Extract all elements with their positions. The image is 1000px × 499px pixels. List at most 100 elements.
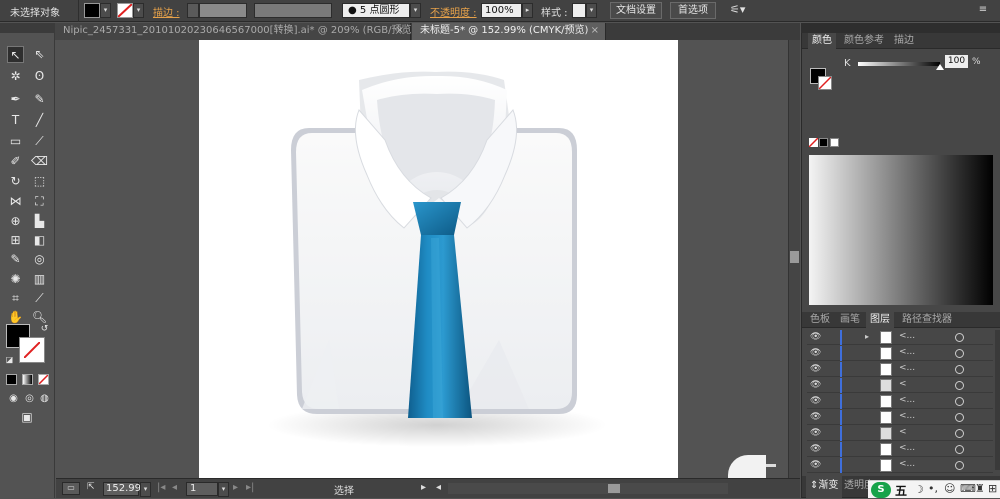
target-icon[interactable]: [955, 333, 964, 342]
fill-dropdown[interactable]: ▾: [100, 3, 111, 18]
layer-row[interactable]: 👁︎ <...: [807, 442, 993, 457]
lasso-tool-icon[interactable]: ʘ: [31, 68, 48, 85]
eye-icon[interactable]: 👁︎: [810, 444, 821, 454]
paintbrush-tool-icon[interactable]: ⟋: [31, 133, 48, 150]
eye-icon[interactable]: 👁︎: [810, 412, 821, 422]
tab-layers[interactable]: 图层: [866, 312, 894, 328]
black-color-swatch[interactable]: [819, 138, 828, 147]
k-channel-slider[interactable]: [858, 62, 944, 70]
tab-brushes[interactable]: 画笔: [836, 312, 864, 328]
eye-icon[interactable]: 👁︎: [810, 428, 821, 438]
artboard[interactable]: [199, 40, 678, 478]
stroke-dropdown[interactable]: ▾: [133, 3, 144, 18]
column-graph-tool-icon[interactable]: ▥: [31, 271, 48, 288]
pen-tool-icon[interactable]: ✒: [7, 91, 24, 108]
eraser-tool-icon[interactable]: ⌫: [31, 153, 48, 170]
blend-tool-icon[interactable]: ◎: [31, 251, 48, 268]
status-menu-icon[interactable]: ▸: [421, 482, 426, 493]
moon-icon[interactable]: ☽: [914, 483, 924, 496]
target-icon[interactable]: [955, 429, 964, 438]
style-dropdown[interactable]: ▾: [586, 3, 597, 18]
layer-row[interactable]: 👁︎ ▸ <...: [807, 330, 993, 345]
screen-mode-icon[interactable]: ▣: [17, 409, 37, 426]
pencil-tool-icon[interactable]: ✐: [7, 153, 24, 170]
width-tool-icon[interactable]: ⋈: [7, 193, 24, 210]
stroke-color-swatch[interactable]: [117, 3, 133, 18]
zoom-input[interactable]: 152.99: [103, 482, 141, 496]
eye-icon[interactable]: 👁︎: [810, 380, 821, 390]
last-artboard-icon[interactable]: ▸|: [246, 482, 254, 493]
artboard-dropdown[interactable]: ▾: [218, 482, 229, 497]
document-setup-button[interactable]: 文档设置: [610, 2, 662, 19]
color-panel-stroke-swatch[interactable]: [818, 76, 832, 90]
eye-icon[interactable]: 👁︎: [810, 332, 821, 342]
stroke-color-box[interactable]: [19, 337, 45, 363]
scroll-left-icon[interactable]: ◂: [436, 482, 441, 493]
layer-row[interactable]: 👁︎ <...: [807, 410, 993, 425]
align-options-icon[interactable]: ⚟▾: [730, 3, 745, 16]
close-icon[interactable]: ×: [396, 23, 404, 39]
mesh-tool-icon[interactable]: ⊞: [7, 232, 24, 249]
target-icon[interactable]: [955, 381, 964, 390]
target-icon[interactable]: [955, 461, 964, 470]
next-artboard-icon[interactable]: ▸: [233, 482, 238, 493]
eyedropper-tool-icon[interactable]: ✎: [7, 251, 24, 268]
brush-dropdown[interactable]: ▾: [410, 3, 421, 18]
keyboard-icon[interactable]: ⌨: [960, 482, 976, 495]
type-tool-icon[interactable]: T: [7, 112, 24, 129]
ime-mode-label[interactable]: 五: [895, 482, 907, 499]
gradient-tool-icon[interactable]: ◧: [31, 232, 48, 249]
close-icon[interactable]: ×: [591, 23, 599, 39]
view-icon[interactable]: ▭: [62, 482, 80, 495]
tools-panel-header[interactable]: [0, 23, 55, 33]
magic-wand-tool-icon[interactable]: ✲: [7, 68, 24, 85]
slice-tool-icon[interactable]: ⟋: [31, 290, 48, 307]
tab-color-guide[interactable]: 颜色参考: [840, 33, 888, 49]
opacity-label[interactable]: 不透明度 :: [430, 4, 477, 19]
zoom-dropdown[interactable]: ▾: [140, 482, 151, 497]
target-icon[interactable]: [955, 365, 964, 374]
slider-handle[interactable]: [936, 64, 944, 70]
layer-row[interactable]: 👁︎ <: [807, 378, 993, 393]
brush-definition[interactable]: ● 5 点圆形: [342, 3, 410, 18]
scale-tool-icon[interactable]: ⬚: [31, 173, 48, 190]
rotate-tool-icon[interactable]: ↻: [7, 173, 24, 190]
white-color-swatch[interactable]: [830, 138, 839, 147]
color-mode-button[interactable]: [6, 374, 17, 385]
k-channel-input[interactable]: 100: [945, 55, 968, 68]
layers-scrollbar[interactable]: [995, 330, 1000, 470]
document-tab-untitled[interactable]: 未标题-5* @ 152.99% (CMYK/预览) ×: [412, 23, 606, 40]
tab-gradient[interactable]: ⇕渐变: [806, 476, 843, 498]
preferences-button[interactable]: 首选项: [670, 2, 716, 19]
color-spectrum[interactable]: [809, 155, 993, 305]
minimize-icon[interactable]: [766, 464, 776, 467]
eye-icon[interactable]: 👁︎: [810, 364, 821, 374]
graphic-style-swatch[interactable]: [572, 3, 586, 18]
tab-swatches[interactable]: 色板: [806, 312, 834, 328]
panel-menu-icon[interactable]: ≡: [976, 4, 990, 17]
selection-tool-icon[interactable]: ↖: [7, 46, 24, 63]
first-artboard-icon[interactable]: |◂: [157, 482, 165, 493]
layer-row[interactable]: 👁︎ <: [807, 426, 993, 441]
document-tab-nipic[interactable]: Nipic_2457331_20101020230646567000[转换].a…: [55, 23, 415, 40]
none-mode-button[interactable]: [38, 374, 49, 385]
eye-icon[interactable]: 👁︎: [810, 348, 821, 358]
opacity-dropdown[interactable]: ▸: [522, 3, 533, 18]
horizontal-scrollbar[interactable]: [448, 483, 728, 494]
direct-selection-tool-icon[interactable]: ⇖: [31, 46, 48, 63]
tab-color[interactable]: 颜色: [808, 33, 836, 49]
rectangle-tool-icon[interactable]: ▭: [7, 133, 24, 150]
target-icon[interactable]: [955, 397, 964, 406]
opacity-input[interactable]: 100%: [481, 3, 522, 18]
expand-arrow-icon[interactable]: ▸: [865, 332, 869, 341]
eye-icon[interactable]: 👁︎: [810, 460, 821, 470]
variable-width-profile[interactable]: [254, 3, 332, 18]
tab-stroke[interactable]: 描边: [890, 33, 918, 49]
tab-pathfinder[interactable]: 路径查找器: [898, 312, 956, 328]
scroll-thumb[interactable]: [790, 251, 799, 263]
symbol-sprayer-tool-icon[interactable]: ✺: [7, 271, 24, 288]
shape-builder-tool-icon[interactable]: ⊕: [7, 213, 24, 230]
target-icon[interactable]: [955, 413, 964, 422]
target-icon[interactable]: [955, 349, 964, 358]
default-colors-icon[interactable]: ◪: [1, 351, 18, 368]
